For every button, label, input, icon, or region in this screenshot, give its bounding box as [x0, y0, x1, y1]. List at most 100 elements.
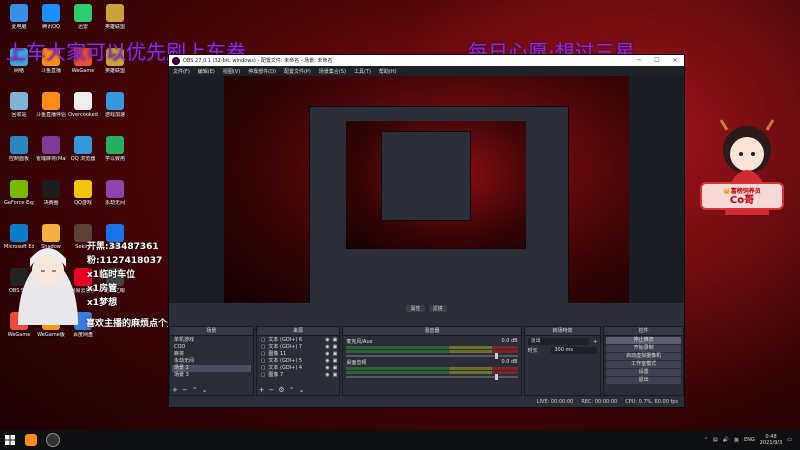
remove-icon[interactable]: − — [182, 386, 188, 394]
eye-icon[interactable]: ◉ — [325, 351, 329, 358]
duration-input[interactable]: 300 ms — [551, 347, 598, 354]
control-button[interactable]: 退出 — [606, 377, 682, 384]
eye-icon[interactable]: ◉ — [325, 344, 329, 351]
menu-item[interactable]: 文件(F) — [173, 68, 190, 75]
source-item[interactable]: ▢ 文本 (GDI+) 7 ◉ ▣ — [259, 344, 338, 351]
volume-slider-handle[interactable] — [494, 353, 498, 359]
control-button[interactable]: 启动虚拟摄像机 — [606, 353, 682, 360]
volume-slider-handle[interactable] — [494, 374, 498, 380]
nested-preview — [346, 121, 526, 249]
lock-icon[interactable]: ▣ — [333, 365, 338, 372]
source-item[interactable]: ▢ 文本 (GDI+) 4 ◉ ▣ — [259, 365, 338, 372]
eye-icon[interactable]: ◉ — [325, 337, 329, 344]
scene-item[interactable]: 场景 2 — [172, 365, 251, 372]
lock-icon[interactable]: ▣ — [333, 351, 338, 358]
volume-slider[interactable] — [346, 374, 518, 380]
desktop-icon[interactable]: 斗鱼直播伴侣 — [36, 92, 66, 118]
add-icon[interactable]: + — [593, 339, 597, 345]
start-button[interactable] — [0, 430, 20, 450]
source-item[interactable]: ▢ 图像 11 ◉ ▣ — [259, 351, 338, 358]
control-button[interactable]: 工作室模式 — [606, 361, 682, 368]
clock[interactable]: 0:48 2021/9/3 — [760, 434, 782, 446]
desktop-icon[interactable]: 迅雷 — [68, 4, 98, 30]
scene-item[interactable]: 麻将 — [172, 351, 251, 358]
properties-button[interactable]: 属性 — [406, 304, 425, 312]
menu-item[interactable]: 帮助(H) — [379, 68, 397, 75]
lock-icon[interactable]: ▣ — [333, 344, 338, 351]
maximize-button[interactable]: ☐ — [648, 57, 666, 64]
scenes-dock-title: 场景 — [170, 327, 253, 336]
system-tray: ⌃ ▤ 🔊 英 ENG 0:48 2021/9/3 ▭ — [704, 434, 800, 446]
desktop-icon[interactable]: QQ 浏览器 — [68, 136, 98, 162]
desktop-icon[interactable]: QQ游戏 — [68, 180, 98, 206]
network-icon[interactable]: ▤ — [713, 437, 718, 443]
menu-item[interactable]: 编辑(E) — [198, 68, 215, 75]
obs-window[interactable]: OBS 27.0.1 (32-bit, windows) - 配置文件: 未命名… — [168, 54, 685, 408]
remove-icon[interactable]: − — [269, 386, 275, 394]
desktop-icon[interactable]: 游戏加速 — [100, 92, 130, 118]
menu-item[interactable]: 配置文件(P) — [284, 68, 311, 75]
ime-indicator[interactable]: 英 — [734, 437, 739, 444]
gear-icon[interactable]: ⚙ — [278, 386, 284, 394]
eye-icon[interactable]: ◉ — [325, 372, 329, 379]
down-icon[interactable]: ⌄ — [202, 386, 208, 394]
desktop-icon-label: 斗鱼直播 — [40, 68, 61, 74]
desktop-icon[interactable]: Overcooked — [68, 92, 98, 118]
desktop-icon[interactable]: 腾讯QQ — [36, 4, 66, 30]
volume-slider[interactable] — [346, 353, 518, 359]
source-label: 图像 7 — [268, 372, 284, 378]
volume-icon[interactable]: 🔊 — [723, 437, 729, 443]
control-button[interactable]: 停止推流 — [606, 337, 682, 344]
taskbar-app-obs[interactable] — [42, 430, 64, 450]
desktop-icon[interactable]: 雀魂麻将(Mahjong...) — [36, 136, 66, 162]
scene-item[interactable]: 单机游戏 — [172, 337, 251, 344]
minimize-button[interactable]: ─ — [630, 57, 648, 64]
scene-item[interactable]: COD — [172, 344, 251, 351]
menu-item[interactable]: 视图(V) — [223, 68, 240, 75]
desktop-icon[interactable]: 学以致用 — [100, 136, 130, 162]
down-icon[interactable]: ⌄ — [299, 386, 305, 394]
menu-item[interactable]: 工具(T) — [354, 68, 371, 75]
desktop-icon[interactable]: 回收站 — [4, 92, 34, 118]
notification-icon[interactable]: ▭ — [787, 437, 792, 443]
control-button[interactable]: 开始录制 — [606, 345, 682, 352]
source-item[interactable]: ▢ 文本 (GDI+) 5 ◉ ▣ — [259, 358, 338, 365]
preview-canvas[interactable] — [224, 76, 629, 303]
desktop-icon[interactable]: 决赛圈 — [36, 180, 66, 206]
eye-icon[interactable]: ◉ — [325, 365, 329, 372]
app-icon — [42, 92, 60, 110]
transition-type-select[interactable]: 淡出 — [527, 338, 589, 345]
add-icon[interactable]: + — [172, 386, 178, 394]
eye-icon[interactable]: ◉ — [325, 358, 329, 365]
mixer-dock: 混音器 麦克风/Aux 0.0 dB 桌面音频 0.0 dB — [342, 326, 522, 396]
menu-item[interactable]: 停靠部件(D) — [248, 68, 276, 75]
lock-icon[interactable]: ▣ — [333, 372, 338, 379]
language-indicator[interactable]: ENG — [744, 437, 755, 443]
up-icon[interactable]: ⌃ — [192, 386, 198, 394]
add-icon[interactable]: + — [259, 386, 265, 394]
menu-item[interactable]: 场景集合(S) — [319, 68, 346, 75]
desktop-icon[interactable]: 英雄联盟 — [100, 4, 130, 30]
tray-expand-icon[interactable]: ⌃ — [704, 437, 708, 443]
up-icon[interactable]: ⌃ — [289, 386, 295, 394]
desktop-icon[interactable]: GeForce Experience — [4, 180, 34, 206]
lock-icon[interactable]: ▣ — [333, 337, 338, 344]
desktop-icon[interactable]: 控制面板 — [4, 136, 34, 162]
desktop-icon-label: 此电脑 — [11, 24, 27, 30]
control-button[interactable]: 设置 — [606, 369, 682, 376]
obs-statusbar: LIVE: 00:00:00 REC: 00:00:00 CPU: 0.7%, … — [169, 397, 684, 407]
desktop-icon-label: WeGame版 — [37, 332, 65, 338]
close-button[interactable]: ✕ — [666, 57, 684, 64]
filters-button[interactable]: 滤镜 — [428, 304, 447, 312]
scene-item[interactable]: 永劫无间 — [172, 358, 251, 365]
scene-item[interactable]: 场景 3 — [172, 372, 251, 379]
taskbar-app-douyu[interactable] — [20, 430, 42, 450]
desktop-icon[interactable]: 永劫无间 — [100, 180, 130, 206]
desktop-icon[interactable]: 此电脑 — [4, 4, 34, 30]
desktop-icon-label: 英雄联盟 — [104, 24, 125, 30]
obs-titlebar[interactable]: OBS 27.0.1 (32-bit, windows) - 配置文件: 未命名… — [169, 55, 684, 66]
source-item[interactable]: ▢ 图像 7 ◉ ▣ — [259, 372, 338, 379]
source-item[interactable]: ▢ 文本 (GDI+) 6 ◉ ▣ — [259, 337, 338, 344]
obs-preview-area[interactable] — [169, 76, 684, 303]
lock-icon[interactable]: ▣ — [333, 358, 338, 365]
